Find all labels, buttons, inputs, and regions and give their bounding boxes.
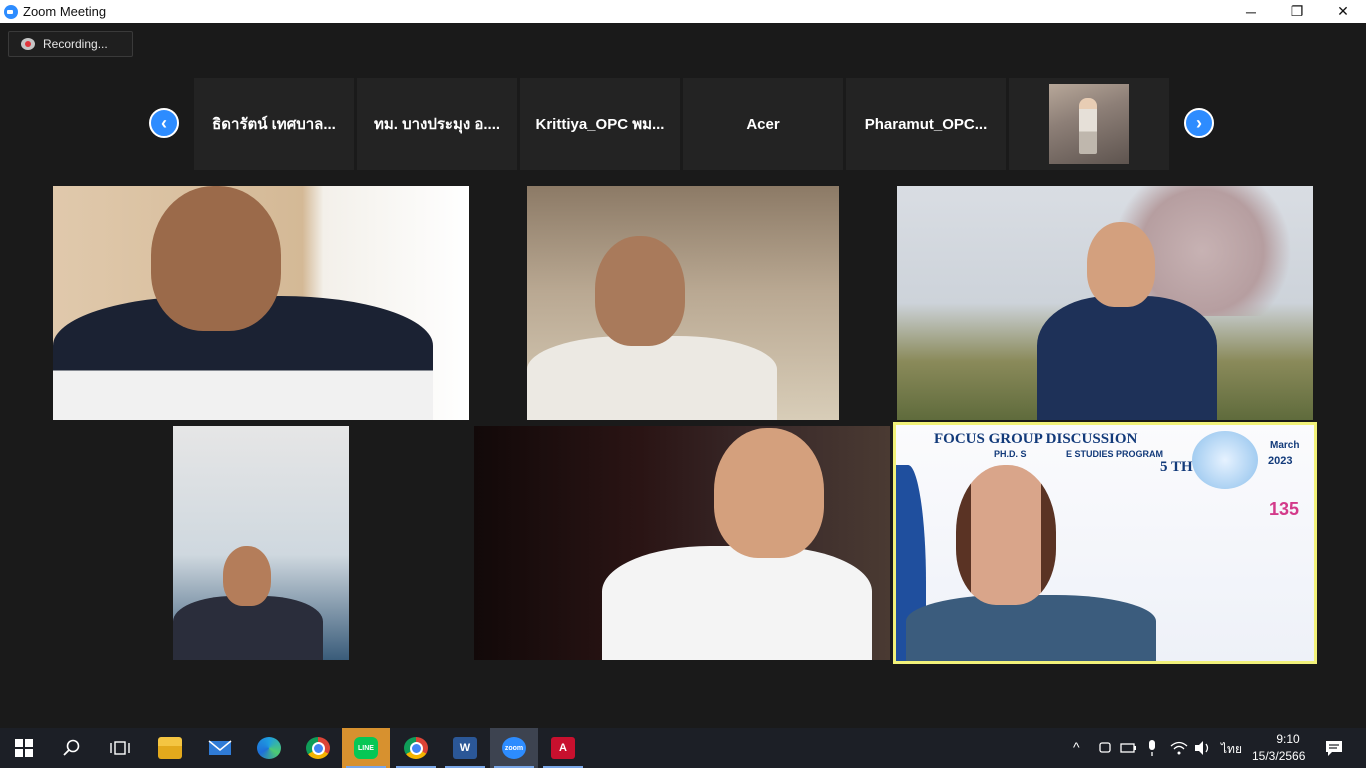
window-titlebar: Zoom Meeting ─ ❐ ✕ xyxy=(0,0,1366,23)
windows-icon xyxy=(15,739,33,757)
battery-icon[interactable] xyxy=(1120,740,1138,756)
slide-ordinal: 5 TH xyxy=(1160,459,1193,475)
video-feed-5[interactable] xyxy=(474,426,890,660)
participant-tile[interactable]: ทม. บางประมุง อ.... xyxy=(357,78,517,170)
participant-figure xyxy=(1079,98,1097,154)
participant-name: Pharamut_OPC... xyxy=(864,115,988,133)
search-icon xyxy=(63,739,80,756)
edge-button[interactable] xyxy=(245,728,293,768)
notification-icon[interactable] xyxy=(1325,739,1343,757)
clock-date[interactable]: 15/3/2566 xyxy=(1252,749,1305,763)
participant-body xyxy=(906,595,1156,661)
wifi-icon[interactable] xyxy=(1170,740,1188,756)
participant-body xyxy=(602,546,872,660)
recording-icon xyxy=(21,38,35,50)
room-background xyxy=(173,426,349,660)
chevron-up-icon[interactable]: ^ xyxy=(1073,739,1080,755)
meeting-area: Recording... ‹ ธิดารัตน์ เทศบาล... ทม. บ… xyxy=(0,23,1366,728)
participant-tile[interactable]: Acer xyxy=(683,78,843,170)
recording-indicator[interactable]: Recording... xyxy=(8,31,133,57)
chevron-left-icon: ‹ xyxy=(161,112,167,133)
anniversary-badge: 135 xyxy=(1269,499,1300,519)
participant-face xyxy=(151,186,281,331)
recording-label: Recording... xyxy=(43,37,108,51)
zoom-app-icon xyxy=(4,4,18,19)
chevron-right-icon: › xyxy=(1196,112,1202,133)
participant-face xyxy=(1087,222,1155,307)
edge-icon xyxy=(257,737,281,759)
participant-tile[interactable]: ธิดารัตน์ เทศบาล... xyxy=(194,78,354,170)
word-icon: W xyxy=(453,737,477,759)
clock-time[interactable]: 9:10 xyxy=(1268,732,1308,746)
slide-subtitle-end: E STUDIES PROGRAM xyxy=(1066,449,1164,459)
participant-strip: ‹ ธิดารัตน์ เทศบาล... ทม. บางประมุง อ...… xyxy=(148,78,1218,170)
minimize-button[interactable]: ─ xyxy=(1228,0,1274,23)
video-feed-3[interactable] xyxy=(897,186,1313,420)
search-button[interactable] xyxy=(48,728,96,768)
dove-logo xyxy=(1192,431,1258,489)
slide-title: FOCUS GROUP DISCUSSION xyxy=(934,431,1138,447)
microphone-icon[interactable] xyxy=(1146,739,1158,757)
participant-tile[interactable]: Pharamut_OPC... xyxy=(846,78,1006,170)
zoom-button[interactable]: zoom xyxy=(490,728,538,768)
meet-now-icon[interactable] xyxy=(1098,740,1112,756)
pdf-icon: A xyxy=(551,737,575,759)
participant-name: ทม. บางประมุง อ.... xyxy=(373,116,501,133)
participant-video-tile[interactable] xyxy=(1009,78,1169,170)
participant-body xyxy=(1037,296,1217,420)
task-view-button[interactable] xyxy=(96,728,144,768)
next-page-button[interactable]: › xyxy=(1184,108,1214,138)
participant-face xyxy=(714,428,824,558)
participant-face xyxy=(956,465,1056,605)
participant-tile[interactable]: Krittiya_OPC พม... xyxy=(520,78,680,170)
slide-month: March xyxy=(1270,440,1300,451)
previous-page-button[interactable]: ‹ xyxy=(149,108,179,138)
participant-face xyxy=(595,236,685,346)
participant-name: Acer xyxy=(746,115,780,133)
language-indicator[interactable]: ไทย xyxy=(1221,740,1242,759)
video-feed-1[interactable] xyxy=(53,186,469,420)
line-button[interactable]: LINE xyxy=(342,728,390,768)
window-title: Zoom Meeting xyxy=(23,4,107,19)
chrome-icon xyxy=(404,737,428,759)
video-feed-2[interactable] xyxy=(474,186,890,420)
virtual-background-slide: FOCUS GROUP DISCUSSION PH.D. S E STUDIES… xyxy=(896,425,1314,661)
video-feed-4[interactable] xyxy=(53,426,469,660)
word-button[interactable]: W xyxy=(441,728,489,768)
acrobat-button[interactable]: A xyxy=(539,728,587,768)
participant-face xyxy=(223,546,271,606)
slide-subtitle: PH.D. S xyxy=(994,449,1027,459)
line-app-icon: LINE xyxy=(354,737,378,759)
slide-year: 2023 xyxy=(1268,455,1293,467)
mail-button[interactable] xyxy=(196,728,244,768)
folder-icon xyxy=(158,737,182,759)
zoom-icon: zoom xyxy=(502,737,526,759)
participant-body xyxy=(527,336,777,420)
window-controls: ─ ❐ ✕ xyxy=(1228,0,1366,23)
volume-icon[interactable] xyxy=(1194,740,1212,756)
participant-thumbnail xyxy=(1049,84,1129,164)
close-button[interactable]: ✕ xyxy=(1320,0,1366,23)
chrome-button[interactable] xyxy=(294,728,342,768)
chrome-icon xyxy=(306,737,330,759)
participant-name: Krittiya_OPC พม... xyxy=(535,116,665,133)
restore-button[interactable]: ❐ xyxy=(1274,0,1320,23)
office-background xyxy=(527,186,839,420)
participant-name: ธิดารัตน์ เทศบาล... xyxy=(212,116,336,133)
video-feed-active-speaker[interactable]: FOCUS GROUP DISCUSSION PH.D. S E STUDIES… xyxy=(893,422,1317,664)
task-view-icon xyxy=(110,741,130,755)
taskbar: LINE W zoom A ^ ไทย 9:10 15/3/2566 xyxy=(0,728,1366,768)
chrome-profile-button[interactable] xyxy=(392,728,440,768)
file-explorer-button[interactable] xyxy=(146,728,194,768)
mail-icon xyxy=(208,740,232,755)
start-button[interactable] xyxy=(0,728,48,768)
